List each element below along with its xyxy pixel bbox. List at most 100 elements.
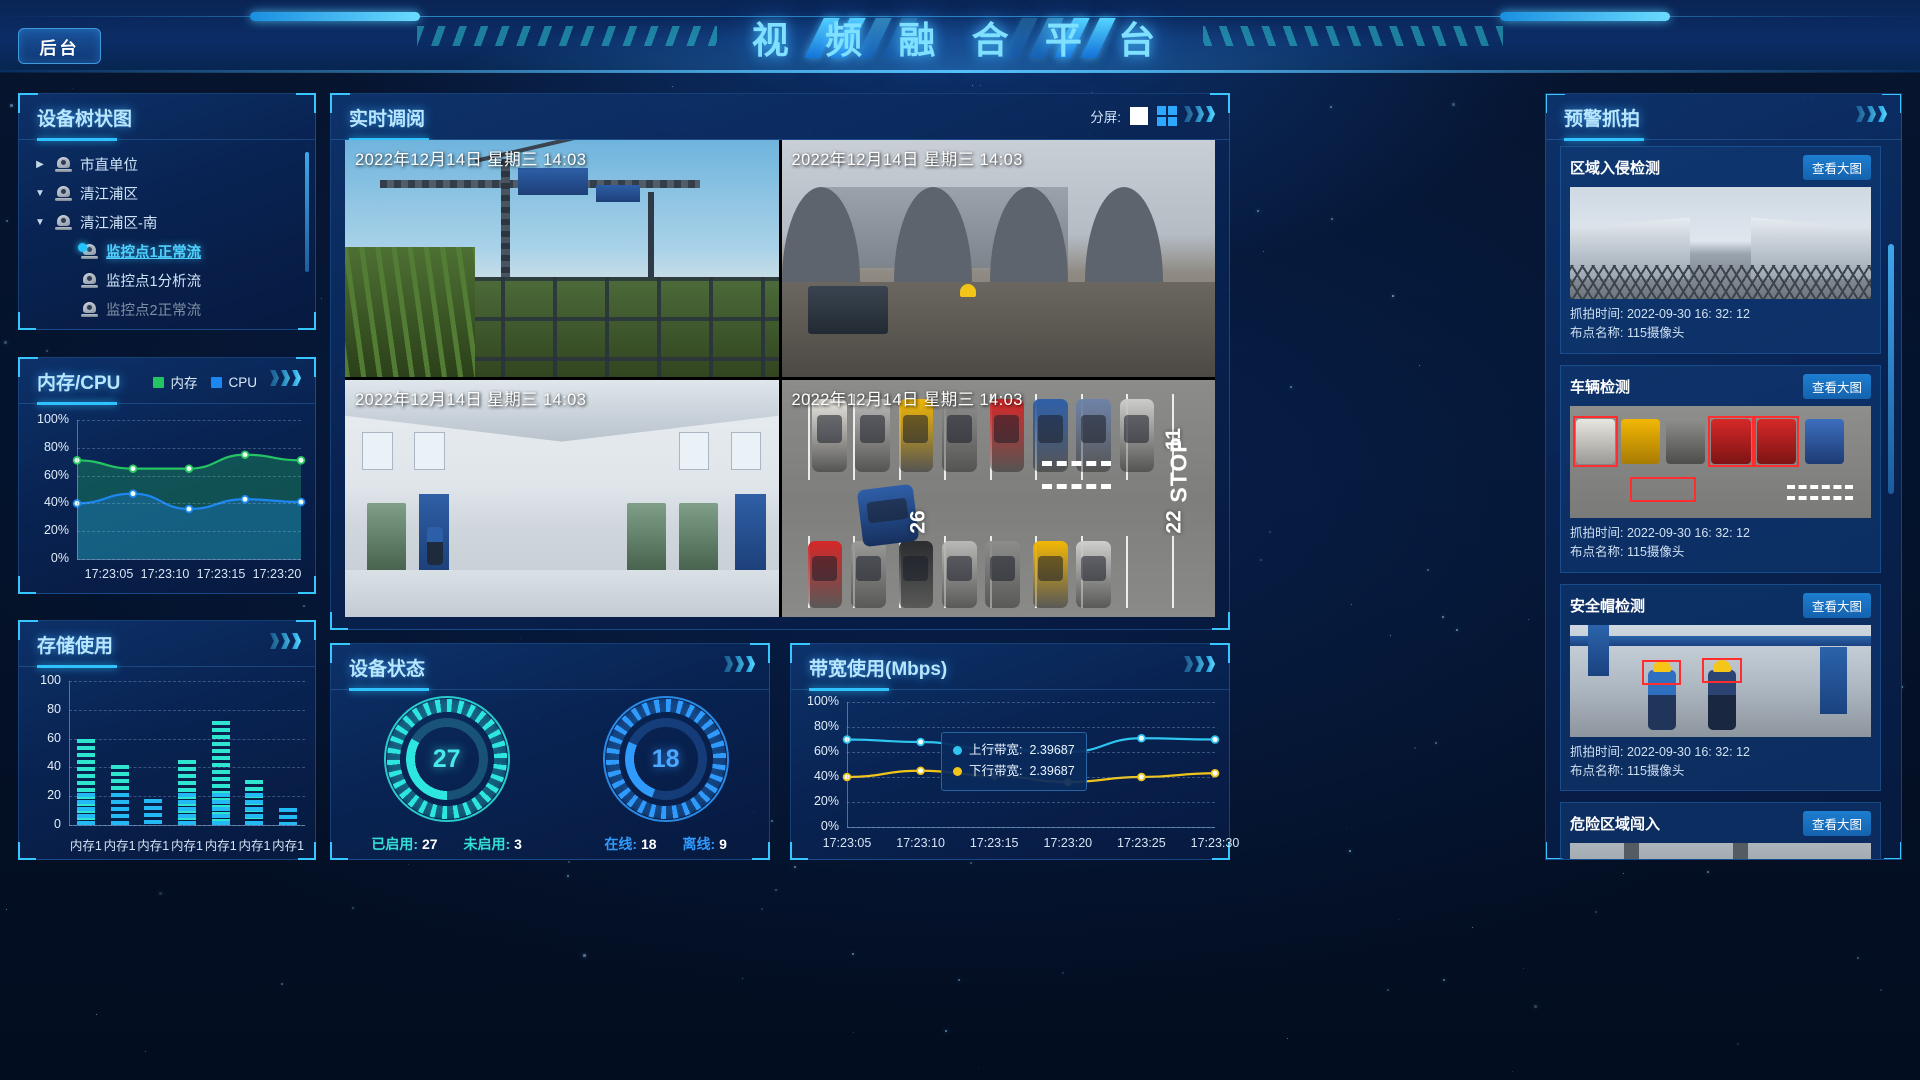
alarm-time-label: 抓拍时间: <box>1570 525 1624 540</box>
quad-screen-icon[interactable] <box>1157 106 1177 126</box>
bandwidth-title: 带宽使用(Mbps) <box>809 659 948 680</box>
chevron-down-icon[interactable]: ▼ <box>33 216 47 230</box>
alarm-scrollbar[interactable] <box>1888 244 1894 494</box>
alarm-metadata: 抓拍时间: 2022-09-30 16: 32: 12 布点名称: 115摄像头 <box>1570 743 1871 782</box>
camera-icon <box>55 215 72 230</box>
single-screen-icon[interactable] <box>1130 107 1148 125</box>
y-tick-label: 0 <box>54 817 61 831</box>
alarm-title: 预警抓拍 <box>1564 109 1641 130</box>
legend-label: CPU <box>228 374 257 390</box>
grid-line <box>847 702 1215 703</box>
legend-item-内存: 内存 <box>153 372 197 392</box>
alarm-card-0[interactable]: 区域入侵检测 查看大图 抓拍时间: 2022-09-30 16: 32: 12 … <box>1560 146 1881 354</box>
view-large-image-button[interactable]: 查看大图 <box>1802 592 1871 618</box>
video-scene-parking: 26 11 22 STOP <box>781 380 1215 617</box>
tree-item-1[interactable]: ▼ 清江浦区 <box>33 179 315 208</box>
device-tree-header: 设备树状图 <box>19 94 315 141</box>
gauge-caption-value: 9 <box>719 836 727 852</box>
alarm-thumbnail[interactable] <box>1570 405 1871 518</box>
view-large-image-button[interactable]: 查看大图 <box>1802 155 1871 180</box>
split-screen-controls[interactable]: 分屏: <box>1090 106 1177 126</box>
storage-more-arrows[interactable] <box>270 633 301 649</box>
alarm-header: 预警抓拍 <box>1546 94 1901 141</box>
tooltip-dot <box>953 767 962 777</box>
gauge-caption-label: 未启用: <box>463 836 511 852</box>
split-label: 分屏: <box>1090 110 1121 125</box>
video-timestamp: 2022年12月14日 星期三 14:03 <box>355 151 587 169</box>
alarm-list[interactable]: 区域入侵检测 查看大图 抓拍时间: 2022-09-30 16: 32: 12 … <box>1560 146 1881 859</box>
bandwidth-chart: 0% 20% 40% 60% 80% 100% 17:23:05 17:23:10 17:23:… <box>791 690 1239 859</box>
x-tick-label: 17:23:10 <box>140 567 190 581</box>
x-tick-label: 17:23:15 <box>196 567 246 581</box>
tree-item-4[interactable]: 监控点1分析流 <box>33 266 315 295</box>
parked-car <box>985 541 1020 608</box>
alarm-card-3[interactable]: 危险区域闯入 查看大图 抓拍时间: 2022-09-30 16: 32: 12 … <box>1560 802 1881 859</box>
alarm-more-arrows[interactable] <box>1856 106 1887 122</box>
gauge-caption-value: 18 <box>640 836 657 852</box>
tree-item-5[interactable]: 监控点2正常流 <box>33 295 315 324</box>
y-tick-label: 80% <box>43 439 69 454</box>
tree-item-2[interactable]: ▼ 清江浦区-南 <box>33 208 315 237</box>
y-tick-label: 100 <box>40 673 61 687</box>
stop-marking: STOP <box>1165 436 1192 503</box>
video-timestamp: 2022年12月14日 星期三 14:03 <box>355 391 587 409</box>
grid-line <box>77 503 301 505</box>
bandwidth-more-arrows[interactable] <box>1184 656 1215 672</box>
chevron-right-icon[interactable]: ▶ <box>33 158 47 172</box>
alarm-card-2[interactable]: 安全帽检测 查看大图 抓拍时间: 2022-09-30 16: 32: 12 布… <box>1560 583 1881 792</box>
x-tick-label: 17:23:30 <box>1190 836 1240 850</box>
storage-header: 存储使用 <box>19 621 315 668</box>
video-cell-4[interactable]: 26 11 22 STOP 2022年12月14日 星期三 14:03 <box>781 380 1215 617</box>
device-status-panel: 设备状态 27 已启用: 27 未启用: 3 18 在线: 18 离线: 9 <box>330 643 770 860</box>
live-view-title: 实时调阅 <box>349 109 426 130</box>
chevron-down-icon[interactable]: ▼ <box>33 187 47 201</box>
bar-2-lower <box>144 799 163 825</box>
x-tick-label: 17:23:05 <box>822 836 872 850</box>
tree-item-3[interactable]: 监控点1正常流 <box>33 237 315 266</box>
bandwidth-panel: 带宽使用(Mbps) 0% 20% 40% 60% 80% 100% 17:23:05 17:… <box>790 643 1239 860</box>
tree-item-label: 监控点1正常流 <box>106 245 202 261</box>
thumb-factory-gate <box>1570 187 1871 299</box>
tree-item-0[interactable]: ▶ 市直单位 <box>33 150 315 179</box>
alarm-thumbnail[interactable] <box>1570 843 1871 859</box>
video-scene-factory <box>345 380 779 617</box>
alarm-time-label: 抓拍时间: <box>1570 307 1624 321</box>
alarm-type-label: 车辆检测 <box>1570 378 1631 396</box>
tooltip-label: 下行带宽: <box>969 764 1023 779</box>
backstage-button[interactable]: 后台 <box>18 28 101 64</box>
device-status-more-arrows[interactable] <box>724 656 755 672</box>
tooltip-value: 2.39687 <box>1029 743 1075 757</box>
view-large-image-button[interactable]: 查看大图 <box>1802 811 1871 837</box>
alarm-thumbnail[interactable] <box>1570 187 1871 299</box>
alarm-thumbnail[interactable] <box>1570 624 1871 737</box>
video-cell-2[interactable]: 2022年12月14日 星期三 14:03 <box>781 140 1215 377</box>
video-cell-1[interactable]: 2022年12月14日 星期三 14:03 <box>345 140 779 377</box>
camera-icon <box>81 302 98 317</box>
grid-line <box>69 709 305 711</box>
parking-number: 22 <box>1162 510 1186 535</box>
device-tree-scrollbar[interactable] <box>305 152 309 272</box>
view-large-image-button[interactable]: 查看大图 <box>1802 373 1871 399</box>
thumb-parking-detect <box>1570 405 1871 518</box>
y-tick-label: 20% <box>43 523 69 538</box>
alarm-metadata: 抓拍时间: 2022-09-30 16: 32: 12 布点名称: 115摄像头 <box>1570 305 1871 344</box>
bandwidth-header: 带宽使用(Mbps) <box>791 644 1229 691</box>
y-axis <box>847 702 848 827</box>
gauge-value: 27 <box>432 744 461 773</box>
memory-cpu-title: 内存/CPU <box>37 373 121 394</box>
parked-car <box>850 541 886 608</box>
alarm-point-value: 115摄像头 <box>1626 545 1685 560</box>
video-cell-3[interactable]: 2022年12月14日 星期三 14:03 <box>345 380 779 617</box>
live-view-more-arrows[interactable] <box>1184 106 1215 122</box>
alarm-time-row: 抓拍时间: 2022-09-30 16: 32: 12 <box>1570 524 1871 543</box>
parked-car <box>898 541 934 608</box>
x-tick-label: 17:23:20 <box>1043 836 1093 850</box>
device-tree-list[interactable]: ▶ 市直单位 ▼ 清江浦区 ▼ 清江浦区-南监控点1正常流监控点1分析流 监控点2正常流 <box>19 140 315 324</box>
legend-item-CPU: CPU <box>211 372 257 392</box>
parking-line <box>1171 536 1174 608</box>
grid-line <box>847 802 1215 803</box>
memory-cpu-more-arrows[interactable] <box>270 370 301 386</box>
alarm-card-1[interactable]: 车辆检测 查看大图 抓拍时间: 2022-09-30 16: 32: 12 布点… <box>1560 364 1881 573</box>
parked-car <box>1076 541 1111 608</box>
